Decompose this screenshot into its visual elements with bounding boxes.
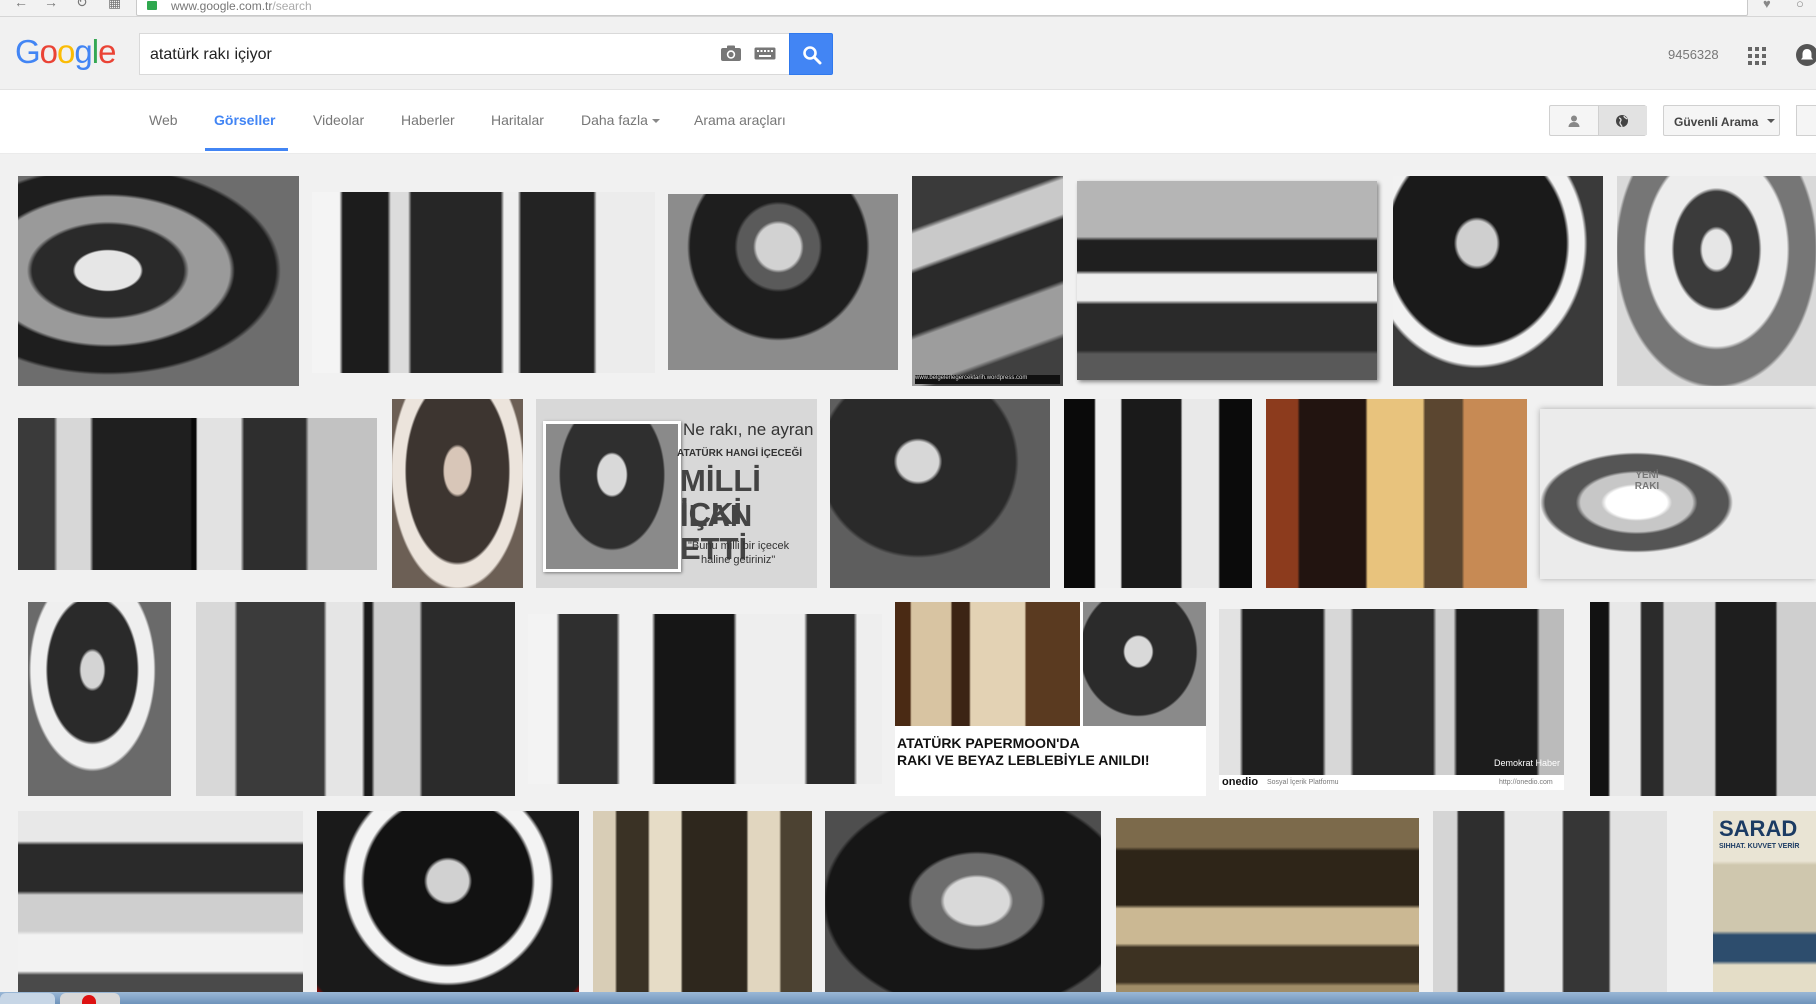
image-result[interactable]: [196, 602, 515, 796]
image-result[interactable]: [18, 811, 303, 1004]
image-result[interactable]: www.belgelerlegercektarih.wordpress.com: [912, 176, 1063, 386]
image-result[interactable]: Ne rakı, ne ayran ATATÜRK HANGİ İÇECEĞİ …: [536, 399, 817, 588]
personal-results-button[interactable]: [1550, 106, 1598, 135]
image-result[interactable]: YENİ RAKI: [1540, 409, 1816, 579]
safe-search-label: Güvenli Arama: [1674, 115, 1759, 129]
image-result[interactable]: [1266, 399, 1527, 588]
image-text: SIHHAT. KUVVET VERİR: [1719, 843, 1800, 850]
image-result[interactable]: [1617, 176, 1816, 386]
image-inset: [1219, 609, 1564, 775]
apps-grid-icon[interactable]: ▦: [108, 0, 121, 11]
search-input[interactable]: atatürk rakı içiyor: [139, 33, 791, 75]
image-watermark: www.belgelerlegercektarih.wordpress.com: [915, 375, 1060, 384]
image-results: www.belgelerlegercektarih.wordpress.com …: [0, 154, 1816, 1004]
settings-button[interactable]: [1796, 105, 1816, 136]
keyboard-icon[interactable]: [754, 47, 776, 60]
tab-maps[interactable]: Haritalar: [491, 112, 544, 128]
camera-search-icon[interactable]: [720, 45, 742, 62]
image-inset: [1083, 602, 1206, 726]
image-text: Demokrat Haber: [1494, 758, 1561, 768]
bookmark-heart-icon[interactable]: ♥: [1763, 0, 1771, 11]
image-result[interactable]: [18, 176, 299, 386]
back-icon[interactable]: ←: [14, 0, 28, 10]
reload-icon[interactable]: ↻: [76, 0, 88, 11]
image-text: ATATÜRK PAPERMOON'DA: [897, 735, 1080, 751]
chevron-down-icon: [651, 119, 660, 124]
image-result[interactable]: ATATÜRK PAPERMOON'DA RAKI VE BEYAZ LEBLE…: [895, 602, 1206, 796]
tab-web[interactable]: Web: [149, 112, 178, 128]
image-result[interactable]: Demokrat Haber onedio Sosyal İçerik Plat…: [1219, 609, 1564, 790]
address-url: www.google.com.tr/search: [171, 0, 312, 13]
image-inset: [895, 602, 1080, 726]
search-tabs: Web Görseller Videolar Haberler Haritala…: [0, 90, 1816, 154]
image-result[interactable]: [312, 192, 655, 373]
image-result[interactable]: [317, 811, 579, 1004]
search-header: Google atatürk rakı içiyor 9456328: [0, 17, 1816, 90]
image-text: RAKI VE BEYAZ LEBLEBİYLE ANILDI!: [897, 752, 1150, 768]
image-result[interactable]: [1077, 181, 1377, 380]
search-button[interactable]: [789, 33, 833, 75]
image-text: YENİ RAKI: [1634, 470, 1660, 492]
app-icon: [82, 995, 96, 1004]
image-result[interactable]: [830, 399, 1050, 588]
image-text: ATATÜRK HANGİ İÇECEĞİ: [677, 448, 802, 459]
image-text: SARAD: [1719, 816, 1798, 841]
search-tools-button[interactable]: Arama araçları: [694, 112, 786, 128]
browser-toolbar: ← → ↻ ▦ www.google.com.tr/search ♥ ○: [0, 0, 1816, 17]
global-results-button[interactable]: [1598, 106, 1647, 135]
tab-videos[interactable]: Videolar: [313, 112, 364, 128]
extension-icon[interactable]: ○: [1796, 0, 1804, 11]
image-result[interactable]: [1064, 399, 1252, 588]
google-logo[interactable]: Google: [15, 34, 116, 70]
safe-search-dropdown[interactable]: Güvenli Arama: [1663, 105, 1780, 136]
image-result[interactable]: [1116, 818, 1419, 1004]
image-text: http://onedio.com: [1499, 779, 1553, 786]
taskbar-item[interactable]: [0, 993, 55, 1004]
google-apps-icon[interactable]: [1748, 47, 1766, 65]
search-icon: [803, 46, 822, 65]
forward-icon[interactable]: →: [44, 0, 58, 10]
active-tab-indicator: [205, 148, 288, 151]
image-result[interactable]: [18, 418, 377, 570]
image-result[interactable]: [1433, 811, 1667, 1004]
image-text: Ne rakı, ne ayran: [683, 420, 814, 439]
os-taskbar: [0, 992, 1816, 1004]
image-result[interactable]: [392, 399, 523, 588]
tab-more[interactable]: Daha fazla: [581, 112, 660, 128]
globe-icon: [1616, 115, 1628, 128]
tab-more-label: Daha fazla: [581, 112, 648, 128]
image-result[interactable]: [1590, 602, 1816, 796]
view-toggle: [1549, 105, 1647, 136]
image-result[interactable]: [528, 614, 882, 784]
secure-icon: [147, 1, 157, 10]
tab-images[interactable]: Görseller: [214, 112, 275, 128]
image-text: haline getiriniz": [701, 554, 776, 566]
search-query[interactable]: atatürk rakı içiyor: [150, 45, 272, 65]
taskbar-item[interactable]: [60, 993, 120, 1004]
image-result[interactable]: [1393, 176, 1603, 386]
notifications-bell-icon[interactable]: [1796, 44, 1816, 66]
image-result[interactable]: [825, 811, 1101, 1004]
image-text: "Bunu milli bir içecek: [688, 540, 790, 552]
person-icon: [1568, 115, 1580, 127]
image-result[interactable]: [668, 194, 898, 370]
image-text: onedio: [1222, 776, 1259, 788]
image-inset: [543, 421, 681, 572]
chevron-down-icon: [1767, 119, 1775, 123]
image-result[interactable]: [593, 811, 812, 1004]
image-result[interactable]: SARAD SIHHAT. KUVVET VERİR: [1713, 811, 1816, 1004]
image-result[interactable]: [28, 602, 171, 796]
account-number: 9456328: [1668, 47, 1719, 62]
address-bar[interactable]: www.google.com.tr/search: [136, 0, 1748, 16]
tab-news[interactable]: Haberler: [401, 112, 455, 128]
image-text: Sosyal İçerik Platformu: [1267, 779, 1339, 786]
